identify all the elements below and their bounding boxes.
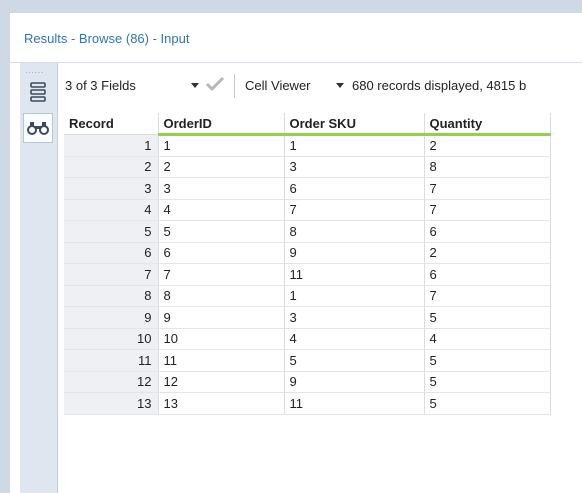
table-row[interactable]: 8817 xyxy=(64,285,551,307)
window-top-strip xyxy=(0,0,582,13)
records-status-text: 680 records displayed, 4815 b xyxy=(352,78,527,93)
results-title-bar: Results - Browse (86) - Input xyxy=(10,13,582,63)
binoculars-icon xyxy=(27,122,49,135)
record-number-cell[interactable]: 2 xyxy=(64,156,159,178)
table-cell[interactable]: 6 xyxy=(424,263,551,286)
table-cell[interactable]: 13 xyxy=(158,392,285,415)
table-cell[interactable]: 6 xyxy=(424,220,551,243)
browse-data-button[interactable] xyxy=(23,113,53,143)
table-cell[interactable]: 12 xyxy=(158,371,285,393)
record-number-cell[interactable]: 12 xyxy=(64,371,159,393)
table-view-button[interactable] xyxy=(23,77,53,107)
table-cell[interactable]: 5 xyxy=(424,349,551,372)
table-cell[interactable]: 5 xyxy=(424,392,551,415)
table-row[interactable]: 10 10 4 4 xyxy=(64,328,551,350)
grid-body: 1 1 1 2 2 2 3 8 3 3 6 7 4 4 7 7 5 5 8 6 6 6 9 2 7 7 11 6 8 8 1 7 9 9 3 5 10 1… xyxy=(64,134,551,415)
table-cell[interactable]: 11 xyxy=(284,263,425,286)
table-cell[interactable]: 11 xyxy=(158,349,285,372)
table-cell[interactable]: 9 xyxy=(284,242,425,264)
table-cell[interactable]: 7 xyxy=(424,199,551,221)
table-cell[interactable]: 7 xyxy=(424,177,551,200)
table-cell[interactable]: 4 xyxy=(424,328,551,350)
table-row[interactable]: 9935 xyxy=(64,306,551,329)
table-row[interactable]: 7 7 11 6 xyxy=(64,263,551,286)
results-toolbar: 3 of 3 Fields Cell Viewer 680 records di… xyxy=(58,63,582,109)
toolbar-separator xyxy=(234,74,235,98)
cell-viewer-dropdown[interactable]: Cell Viewer xyxy=(245,78,311,93)
table-cell[interactable]: 6 xyxy=(158,242,285,264)
apply-checkmark-button[interactable] xyxy=(205,76,225,94)
record-number-cell[interactable]: 1 xyxy=(64,134,159,157)
table-cell[interactable]: 5 xyxy=(284,349,425,372)
table-cell[interactable]: 9 xyxy=(284,371,425,393)
table-cell[interactable]: 11 xyxy=(284,392,425,415)
side-rail: ...... xyxy=(20,63,58,493)
table-cell[interactable]: 10 xyxy=(158,328,285,350)
table-row[interactable]: 13 13 11 5 xyxy=(64,392,551,415)
results-title: Results - Browse (86) - Input xyxy=(24,31,190,46)
table-row[interactable]: 3367 xyxy=(64,177,551,200)
table-row[interactable]: 6692 xyxy=(64,242,551,264)
table-cell[interactable]: 1 xyxy=(158,134,285,157)
record-number-cell[interactable]: 10 xyxy=(64,328,159,350)
record-number-cell[interactable]: 3 xyxy=(64,177,159,200)
record-number-cell[interactable]: 8 xyxy=(64,285,159,307)
table-view-icon xyxy=(30,82,46,102)
table-cell[interactable]: 2 xyxy=(424,134,551,157)
record-number-cell[interactable]: 6 xyxy=(64,242,159,264)
table-cell[interactable]: 5 xyxy=(424,306,551,329)
table-row[interactable]: 12 12 9 5 xyxy=(64,371,551,393)
table-row[interactable]: 2238 xyxy=(64,156,551,178)
record-number-cell[interactable]: 4 xyxy=(64,199,159,221)
table-cell[interactable]: 7 xyxy=(424,285,551,307)
fields-dropdown[interactable]: 3 of 3 Fields xyxy=(65,78,136,93)
record-number-cell[interactable]: 7 xyxy=(64,263,159,286)
column-header-quantity[interactable]: Quantity xyxy=(424,113,551,136)
grip-handle-icon[interactable]: ...... xyxy=(25,67,44,75)
table-cell[interactable]: 4 xyxy=(284,328,425,350)
table-cell[interactable]: 3 xyxy=(158,177,285,200)
table-cell[interactable]: 7 xyxy=(158,263,285,286)
table-row[interactable]: 4477 xyxy=(64,199,551,221)
table-cell[interactable]: 3 xyxy=(284,156,425,178)
fields-dropdown-caret-icon[interactable] xyxy=(191,83,199,88)
table-row[interactable]: 5586 xyxy=(64,220,551,243)
table-cell[interactable]: 8 xyxy=(158,285,285,307)
table-cell[interactable]: 8 xyxy=(424,156,551,178)
table-cell[interactable]: 2 xyxy=(424,242,551,264)
table-cell[interactable]: 6 xyxy=(284,177,425,200)
table-cell[interactable]: 7 xyxy=(284,199,425,221)
column-header-order-sku[interactable]: Order SKU xyxy=(284,113,425,136)
column-header-record[interactable]: Record xyxy=(64,113,159,135)
table-cell[interactable]: 4 xyxy=(158,199,285,221)
record-number-cell[interactable]: 9 xyxy=(64,306,159,329)
record-number-cell[interactable]: 11 xyxy=(64,349,159,372)
table-cell[interactable]: 1 xyxy=(284,285,425,307)
grid-header-row: Record OrderID Order SKU Quantity xyxy=(64,113,551,136)
cell-viewer-caret-icon[interactable] xyxy=(336,83,344,88)
table-cell[interactable]: 5 xyxy=(424,371,551,393)
table-cell[interactable]: 2 xyxy=(158,156,285,178)
table-cell[interactable]: 9 xyxy=(158,306,285,329)
table-cell[interactable]: 1 xyxy=(284,134,425,157)
column-header-orderid[interactable]: OrderID xyxy=(158,113,285,136)
results-data-grid: Record OrderID Order SKU Quantity 111222… xyxy=(64,113,551,415)
table-cell[interactable]: 5 xyxy=(158,220,285,243)
window-left-frame xyxy=(0,0,10,493)
record-number-cell[interactable]: 5 xyxy=(64,220,159,243)
checkmark-icon xyxy=(205,76,225,91)
table-row[interactable]: 1112 xyxy=(64,134,551,157)
record-number-cell[interactable]: 13 xyxy=(64,392,159,415)
table-cell[interactable]: 3 xyxy=(284,306,425,329)
table-row[interactable]: 11 11 5 5 xyxy=(64,349,551,372)
table-cell[interactable]: 8 xyxy=(284,220,425,243)
